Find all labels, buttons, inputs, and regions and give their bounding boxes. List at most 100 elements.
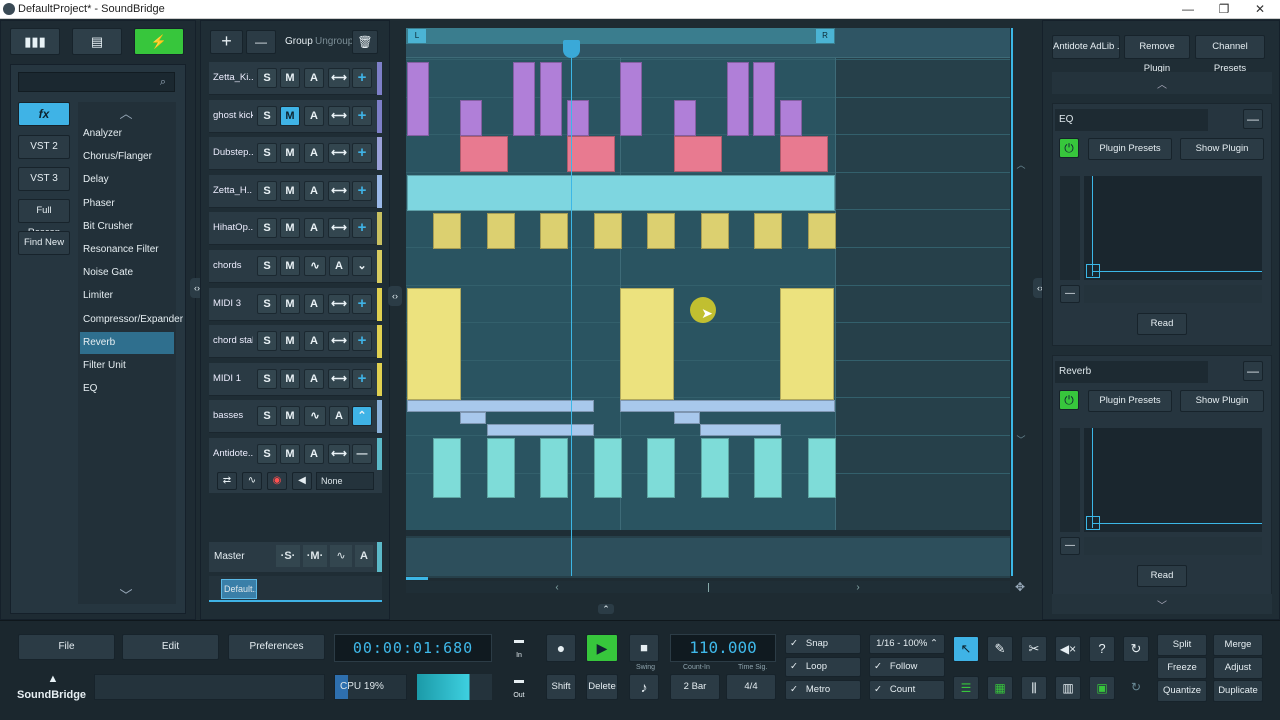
master-mute-button[interactable]: ·M· [303, 545, 327, 567]
kick-clip[interactable] [407, 62, 429, 136]
reverb-value-field[interactable] [1084, 537, 1262, 555]
solo-button[interactable]: S [257, 368, 277, 389]
mute-button[interactable]: M [280, 180, 300, 201]
hihat-open-clip[interactable] [540, 213, 568, 249]
tempo-display[interactable]: 110.000 [670, 634, 776, 662]
scroll-left-icon[interactable]: ‹ [552, 580, 562, 594]
fx-tab[interactable]: fx [18, 102, 70, 126]
eq-read-button[interactable]: Read [1137, 313, 1187, 335]
group-button[interactable]: Group [285, 36, 313, 47]
vscroll-up-icon[interactable]: ︿ [1015, 158, 1027, 170]
solo-button[interactable]: S [257, 406, 277, 427]
plugin-view-icon[interactable]: ▣ [1089, 676, 1115, 700]
automation-button[interactable]: A [304, 68, 324, 88]
track-header[interactable]: ghost kick S M A ⟷ + [209, 99, 382, 133]
mixer-icon-2[interactable]: ⫼ [1021, 676, 1047, 700]
track-header[interactable]: chord stab S M A ⟷ + [209, 325, 382, 359]
solo-button[interactable]: S [257, 180, 277, 201]
close-button[interactable]: ✕ [1245, 1, 1275, 17]
effect-item[interactable]: Limiter [80, 285, 174, 307]
route-arrow-icon[interactable]: ⟷ [328, 331, 350, 352]
bass-clip[interactable] [487, 424, 594, 436]
reverb-slider[interactable] [1060, 428, 1080, 532]
pointer-tool-icon[interactable]: ↖ [953, 636, 979, 662]
automation-wave-icon[interactable]: ∿ [304, 256, 326, 276]
follow-toggle[interactable]: ✓ Follow [869, 657, 945, 677]
automation-button[interactable]: A [304, 444, 324, 464]
solo-button[interactable]: S [257, 143, 277, 164]
automation-button[interactable]: A [329, 406, 349, 427]
ghost-kick-clip[interactable] [674, 100, 696, 136]
reverb-node[interactable] [1086, 516, 1100, 530]
hihat-open-clip[interactable] [754, 213, 782, 249]
mute-button[interactable]: M [280, 105, 300, 126]
scroll-thumb[interactable] [708, 583, 709, 592]
browser-view-button[interactable]: ▤ [72, 28, 122, 55]
effect-item[interactable]: Noise Gate [80, 262, 174, 284]
punch-in-button[interactable]: ▬ In [507, 634, 531, 660]
chord-clip[interactable] [407, 288, 461, 400]
dubstep-clip[interactable] [780, 136, 828, 172]
track-name[interactable]: Antidote... [213, 448, 253, 459]
solo-button[interactable]: S [257, 444, 277, 464]
bass-clip[interactable] [700, 424, 781, 436]
edit-menu[interactable]: Edit [122, 634, 219, 660]
route-arrow-icon[interactable]: ⟷ [328, 368, 350, 389]
reverb-plugin-presets-button[interactable]: Plugin Presets [1088, 390, 1172, 412]
merge-button[interactable]: Merge [1213, 634, 1263, 656]
hihat-open-clip[interactable] [593, 213, 622, 249]
route-arrow-icon[interactable]: ⟷ [328, 180, 350, 201]
stop-button[interactable]: ■ [629, 634, 659, 662]
loop-bar[interactable] [406, 28, 835, 44]
eq-value-field[interactable] [1084, 285, 1262, 303]
solo-button[interactable]: S [257, 256, 277, 276]
track-header[interactable]: Zetta_H... S M A ⟷ + [209, 174, 382, 208]
swing-icon[interactable]: ♪ [629, 674, 659, 700]
ghost-kick-clip[interactable] [780, 100, 802, 136]
effect-item[interactable]: Resonance Filter [80, 239, 174, 261]
track-expand-icon[interactable]: + [352, 143, 372, 164]
bass-clip[interactable] [674, 412, 700, 424]
collapse-bottom-handle[interactable]: ⌃ [598, 604, 614, 614]
grid-view-icon[interactable]: ▦ [987, 676, 1013, 700]
track-expand-icon[interactable]: + [352, 180, 372, 201]
count-toggle[interactable]: ✓ Count [869, 680, 945, 700]
bass-clip[interactable] [620, 400, 835, 412]
route-arrow-icon[interactable]: ⟷ [328, 444, 350, 464]
play-button[interactable]: ▶ [586, 634, 618, 662]
scissors-tool-icon[interactable]: ✂ [1021, 636, 1047, 662]
mixer-view-button[interactable]: ▮▮▮ [10, 28, 60, 55]
find-new-button[interactable]: Find New [18, 231, 70, 255]
antidote-clip[interactable] [486, 438, 515, 498]
quantize-button[interactable]: Quantize [1157, 680, 1207, 702]
playhead-handle[interactable] [563, 40, 580, 58]
track-header[interactable]: Dubstep... S M A ⟷ + [209, 137, 382, 171]
antidote-clip[interactable] [700, 438, 729, 498]
track-name[interactable]: Zetta_Ki... [213, 72, 253, 83]
hihat-open-clip[interactable] [807, 213, 836, 249]
dubstep-clip[interactable] [460, 136, 508, 172]
mute-button[interactable]: M [280, 256, 300, 276]
time-display[interactable]: 00:00:01:680 [334, 634, 492, 662]
automation-button[interactable]: A [304, 331, 324, 352]
record-arm-icon[interactable]: ◉ [267, 472, 287, 490]
track-header[interactable]: Antidote... S M A ⟷ — [209, 438, 382, 471]
chord-clip[interactable] [620, 288, 674, 400]
automation-button[interactable]: A [304, 180, 324, 201]
automation-button[interactable]: A [304, 368, 324, 389]
plugin-scroll-down[interactable]: ﹀ [1052, 594, 1272, 614]
adjust-button[interactable]: Adjust [1213, 657, 1263, 679]
reverb-power-icon[interactable]: ⏻ [1059, 390, 1079, 410]
automation-button[interactable]: A [304, 293, 324, 314]
track-expand-icon[interactable]: + [352, 331, 372, 352]
automation-button[interactable]: A [304, 218, 324, 239]
hihat-open-clip[interactable] [647, 213, 675, 249]
track-expand-icon[interactable]: + [352, 293, 372, 314]
track-header[interactable]: MIDI 1 S M A ⟷ + [209, 362, 382, 396]
track-expand-icon[interactable]: + [352, 105, 372, 126]
bass-clip[interactable] [407, 400, 594, 412]
kick-clip[interactable] [513, 62, 535, 136]
automation-button[interactable]: A [329, 256, 349, 276]
track-expand-icon[interactable]: + [352, 68, 372, 88]
restore-button[interactable]: ❐ [1209, 1, 1239, 17]
